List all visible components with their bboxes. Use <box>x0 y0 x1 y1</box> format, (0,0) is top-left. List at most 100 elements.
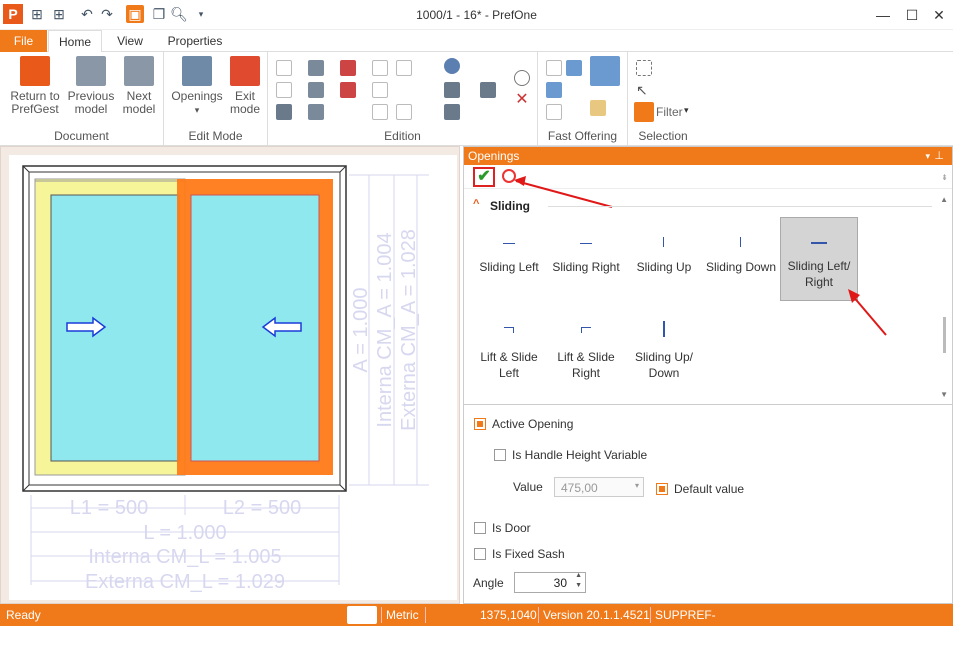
filter-label[interactable]: Filter <box>656 105 683 119</box>
previous-label: Previous model <box>67 89 115 116</box>
angle-tool-icon[interactable] <box>372 104 388 120</box>
openings-panel: Openings ▾ ⊥ ✔ ⇟ ^ Sliding ▲ ▼ Sliding L… <box>463 146 953 604</box>
column-icon[interactable] <box>444 104 460 120</box>
handle-height-variable-checkbox[interactable] <box>494 449 506 461</box>
item-label: Sliding Left/ <box>787 259 851 273</box>
opening-sliding-down[interactable]: Sliding Down <box>702 219 780 303</box>
is-fixed-sash-checkbox[interactable] <box>474 548 486 560</box>
opening-lift-slide-left[interactable]: Lift & Slide Left <box>470 309 548 393</box>
group-header-sliding[interactable]: Sliding <box>490 199 530 213</box>
sash-icon[interactable] <box>480 82 496 98</box>
ribbon-group-document: Return to PrefGest Previous model Next m… <box>0 52 164 146</box>
spinner-up-icon[interactable]: ▲ <box>575 572 582 579</box>
dim-a: A = 1.000 <box>350 287 372 372</box>
angle-label: Angle <box>473 576 504 590</box>
window-drawing: L1 = 500 L2 = 500 L = 1.000 Interna CM_L… <box>22 165 429 593</box>
openings-button[interactable]: Openings ▾ <box>168 56 226 117</box>
snap-tool-icon[interactable] <box>276 82 292 98</box>
opening-sliding-up[interactable]: Sliding Up <box>625 219 703 303</box>
offer-grid-icon[interactable] <box>546 82 562 98</box>
is-fixed-sash-label: Is Fixed Sash <box>492 547 565 561</box>
collapse-chevron-icon[interactable]: ^ <box>473 198 479 210</box>
pointer-icon[interactable]: ↖ <box>636 82 652 98</box>
value-text: 475,00 <box>561 481 598 495</box>
select-icon[interactable] <box>636 60 652 76</box>
dim-externa-a: Externa CM_A = 1.028 <box>398 229 420 431</box>
return-to-prefgest-button[interactable]: Return to PrefGest <box>4 56 66 116</box>
scroll-up-icon[interactable]: ▲ <box>940 195 948 204</box>
previous-model-button[interactable]: Previous model <box>66 56 116 116</box>
notes-icon[interactable] <box>347 606 377 624</box>
color-icon[interactable] <box>444 58 460 74</box>
lift-slide-right-icon <box>581 327 591 333</box>
tab-view[interactable]: View <box>106 30 154 52</box>
angle-spinner[interactable]: 30 ▲ ▼ <box>514 572 586 593</box>
ribbon-group-label: Fast Offering <box>547 129 618 143</box>
mirror-icon[interactable] <box>396 60 412 76</box>
tab-file[interactable]: File <box>0 30 47 52</box>
dim-interna-a: Interna CM_A = 1.004 <box>374 232 396 427</box>
split-tool-icon[interactable] <box>308 60 324 76</box>
frame-icon[interactable] <box>372 60 388 76</box>
copy-frame-icon[interactable] <box>372 82 388 98</box>
offer-frame-icon[interactable] <box>546 104 562 120</box>
tab-properties[interactable]: Properties <box>158 30 232 52</box>
next-label: Next model <box>122 89 156 116</box>
status-units[interactable]: Metric <box>386 604 419 626</box>
drawing-canvas[interactable]: L1 = 500 L2 = 500 L = 1.000 Interna CM_L… <box>9 155 457 600</box>
offer-add-icon[interactable] <box>566 60 582 76</box>
scrollbar-thumb[interactable] <box>943 317 946 353</box>
offer-window-icon[interactable] <box>590 56 620 86</box>
spinner-down-icon[interactable]: ▼ <box>575 582 582 589</box>
item-label: Lift & Slide <box>480 350 538 364</box>
value-input[interactable]: 475,00 ▾ <box>554 477 644 497</box>
tab-home[interactable]: Home <box>48 30 102 53</box>
ribbon-group-edit-mode: Openings ▾ Exit mode Edit Mode <box>164 52 268 146</box>
link-icon[interactable] <box>514 70 530 86</box>
window-title: 1000/1 - 16* - PrefOne <box>416 8 537 22</box>
panel-title-text: Openings <box>468 149 520 163</box>
offer-panel-icon[interactable] <box>590 100 606 116</box>
exit-mode-button[interactable]: Exit mode <box>226 56 264 116</box>
is-door-label: Is Door <box>492 521 531 535</box>
item-label: Sliding Up <box>636 260 692 274</box>
offer-icon[interactable] <box>546 60 562 76</box>
drawing-pane: L1 = 500 L2 = 500 L = 1.000 Interna CM_L… <box>0 146 460 604</box>
maximize-icon[interactable]: ☐ <box>898 4 926 26</box>
opening-sliding-left[interactable]: Sliding Left <box>470 219 548 303</box>
filter-dropdown-icon[interactable]: ▾ <box>684 105 689 116</box>
layout-grid-icon[interactable] <box>444 82 460 98</box>
remove-icon[interactable] <box>340 60 356 76</box>
opening-sliding-right[interactable]: Sliding Right <box>547 219 625 303</box>
grid-tool-icon[interactable] <box>276 60 292 76</box>
opening-sliding-up-down[interactable]: Sliding Up/ Down <box>625 309 703 393</box>
unlink-icon[interactable]: ✕ <box>514 92 530 108</box>
accept-check-icon[interactable]: ✔ <box>473 167 495 187</box>
next-model-button[interactable]: Next model <box>116 56 162 116</box>
openings-icon <box>182 56 212 86</box>
pin-icon[interactable]: ⊥ <box>934 147 944 165</box>
scroll-down-icon[interactable]: ▼ <box>940 390 948 399</box>
ribbon-group-fast-offering: Fast Offering <box>538 52 628 146</box>
pen-tool-icon[interactable] <box>276 104 292 120</box>
merge-tool-icon[interactable] <box>308 82 324 98</box>
opening-lift-slide-right[interactable]: Lift & Slide Right <box>547 309 625 393</box>
minimize-icon[interactable]: — <box>869 4 897 26</box>
filter-icon[interactable] <box>634 102 654 122</box>
exit-label: Exit mode <box>229 89 261 116</box>
value-dropdown-icon[interactable]: ▾ <box>635 481 639 490</box>
active-opening-label: Active Opening <box>492 417 574 431</box>
panel-menu-icon[interactable]: ▾ <box>925 147 930 165</box>
ribbon-group-label: Edition <box>384 129 421 143</box>
close-icon[interactable]: ✕ <box>925 4 953 26</box>
remove-all-icon[interactable] <box>340 82 356 98</box>
transom-icon[interactable] <box>396 104 412 120</box>
toolbar-overflow-icon[interactable]: ⇟ <box>941 173 948 182</box>
is-door-checkbox[interactable] <box>474 522 486 534</box>
active-opening-checkbox[interactable] <box>474 418 486 430</box>
delete-cell-icon[interactable] <box>308 104 324 120</box>
group-divider <box>548 206 932 207</box>
next-model-icon <box>124 56 154 86</box>
default-value-checkbox[interactable] <box>656 483 668 495</box>
ribbon-group-label: Edit Mode <box>188 129 243 143</box>
